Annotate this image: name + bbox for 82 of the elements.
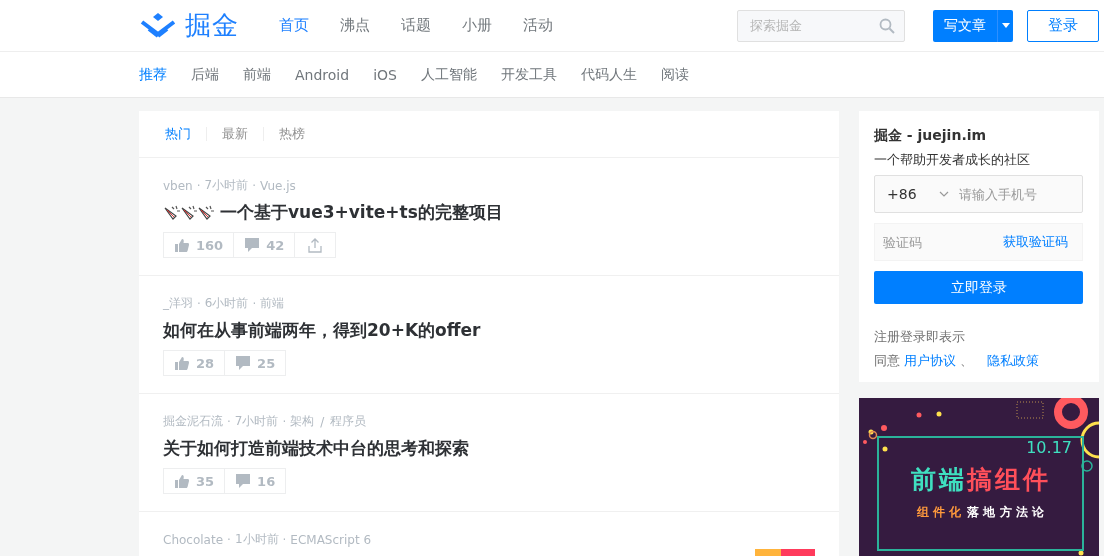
terms-link[interactable]: 用户协议 [904, 352, 956, 370]
tag-link[interactable]: 程序员 [330, 413, 367, 430]
dot-separator: · [197, 296, 201, 311]
banner-date: 10.17 [1026, 438, 1072, 457]
article-item[interactable]: 掘金泥石流 · 7小时前 · 架构 / 程序员 关于如何打造前端技术中台的思考和探索 35 16 [139, 394, 839, 512]
sort-tab[interactable]: 热榜 [279, 125, 305, 143]
article-title[interactable]: 如何在从事前端两年，得到20+K的offer [163, 319, 481, 342]
banner-headline: 搞组件 [966, 465, 1051, 494]
post-time: 7小时前 [204, 177, 249, 194]
nav-link[interactable]: 小册 [462, 16, 492, 35]
promo-banner[interactable]: 10.17 前端搞组件 组 件 化 落 地 方 法 论 [859, 398, 1099, 556]
agree-text: 同意 [874, 352, 900, 370]
author-name[interactable]: _洋羽 [163, 295, 193, 312]
category-link[interactable]: 前端 [243, 65, 271, 84]
logo-text[interactable]: 掘金 [185, 8, 239, 43]
comment-icon [235, 355, 252, 371]
thumbs-up-icon [174, 473, 190, 489]
dot-separator: · [227, 532, 231, 547]
post-time: 6小时前 [204, 295, 249, 312]
category-link[interactable]: 人工智能 [420, 65, 477, 84]
sort-tab[interactable]: 热门 [165, 125, 191, 143]
article-item[interactable]: _洋羽 · 6小时前 · 前端 如何在从事前端两年，得到20+K的offer 28 25 [139, 276, 839, 394]
write-article-button[interactable]: 写文章 [933, 9, 997, 42]
chevron-down-icon [939, 191, 949, 197]
category-link[interactable]: 代码人生 [580, 65, 637, 84]
dot-separator: · [282, 532, 287, 547]
post-time: 7小时前 [234, 413, 279, 430]
separator-text: 、 [960, 352, 973, 370]
slash-separator: / [320, 414, 325, 429]
search-field[interactable]: 探索掘金 [737, 9, 905, 42]
get-code-link[interactable]: 获取验证码 [1003, 233, 1068, 251]
banner-subtitle: 落 地 方 法 论 [967, 504, 1045, 521]
nav-link[interactable]: 沸点 [340, 16, 370, 35]
author-name[interactable]: vben [163, 178, 193, 193]
comment-icon [244, 237, 261, 253]
thumbs-up-icon [174, 237, 190, 253]
phone-field[interactable]: +86 请输入手机号 [874, 175, 1083, 213]
category-link[interactable]: 开发工具 [500, 65, 557, 84]
banner-headline: 前端 [910, 465, 967, 494]
article-item[interactable]: Chocolate · 1小时前 · ECMAScript 6 [139, 512, 839, 556]
dot-separator: · [252, 296, 257, 311]
sort-tab[interactable]: 最新 [222, 125, 248, 143]
author-name[interactable]: 掘金泥石流 [163, 413, 223, 430]
privacy-link[interactable]: 隐私政策 [987, 352, 1039, 370]
category-link[interactable]: Android [295, 66, 350, 83]
country-code[interactable]: +86 [887, 186, 931, 202]
category-link[interactable]: iOS [373, 66, 397, 83]
notice-text: 注册登录即表示 [874, 328, 966, 346]
dot-separator: · [196, 178, 201, 193]
card-title: 掘金 - juejin.im [874, 127, 988, 145]
party-popper-icon [197, 205, 214, 220]
code-field[interactable]: 验证码 [883, 234, 1003, 250]
author-name[interactable]: Chocolate [163, 532, 224, 547]
thumbs-up-icon [174, 355, 190, 371]
phone-input[interactable]: 请输入手机号 [959, 186, 1082, 202]
dot-separator: · [252, 178, 256, 193]
article-title[interactable]: 一个基于vue3+vite+ts的完整项目 [220, 201, 503, 224]
search-icon [879, 17, 895, 34]
party-popper-icon [180, 205, 197, 220]
login-button[interactable]: 登录 [1027, 9, 1099, 42]
category-link[interactable]: 后端 [191, 65, 219, 84]
article-title[interactable]: 关于如何打造前端技术中台的思考和探索 [163, 437, 469, 460]
tag-link[interactable]: ECMAScript 6 [290, 532, 372, 547]
article-item[interactable]: vben · 7小时前 · Vue.js 一个基于vue3+vite+ts的完整项目 160 42 [139, 158, 839, 276]
caret-icon [1001, 23, 1010, 28]
post-time: 1小时前 [234, 531, 279, 548]
share-icon [307, 237, 324, 253]
dot-separator: · [282, 414, 287, 429]
card-subtitle: 一个帮助开发者成长的社区 [874, 151, 1031, 169]
nav-link[interactable]: 活动 [523, 16, 553, 35]
tag-link[interactable]: 前端 [260, 295, 285, 312]
nav-link[interactable]: 首页 [279, 16, 309, 35]
banner-subtitle: 组 件 化 [916, 504, 962, 521]
nav-link[interactable]: 话题 [401, 16, 431, 35]
party-popper-icon [163, 205, 180, 220]
tag-link[interactable]: 架构 [290, 413, 315, 430]
login-submit-button[interactable]: 立即登录 [874, 271, 1083, 304]
dropdown-button[interactable] [997, 9, 1013, 42]
category-link[interactable]: 阅读 [660, 65, 689, 84]
comment-icon [235, 473, 252, 489]
category-link[interactable]: 推荐 [139, 65, 167, 84]
dot-separator: · [227, 414, 231, 429]
